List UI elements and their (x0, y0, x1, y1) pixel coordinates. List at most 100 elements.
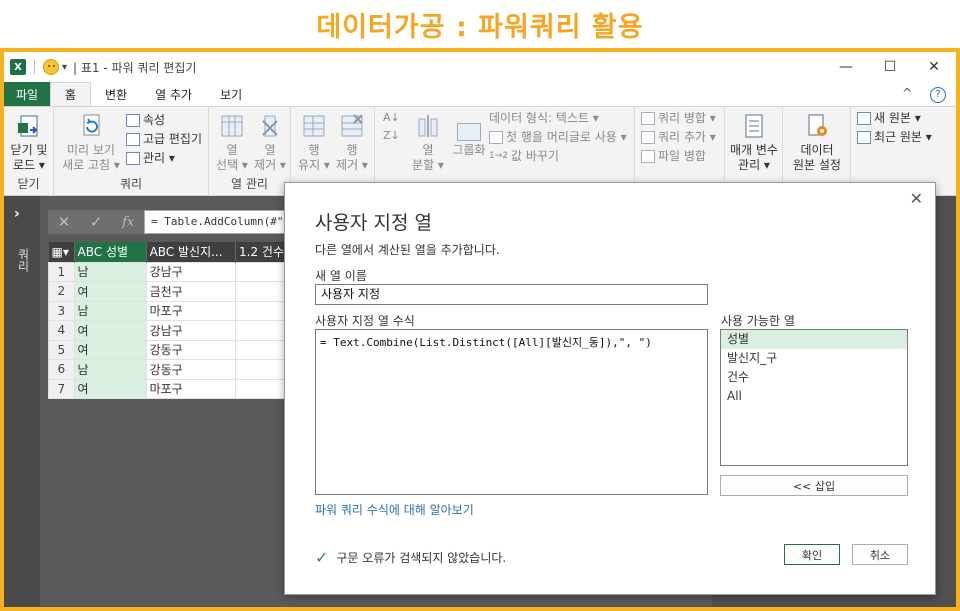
tab-view[interactable]: 보기 (206, 82, 256, 106)
ribbon-right-controls: ^ ? (902, 86, 946, 103)
dialog-close-icon[interactable]: ✕ (910, 189, 923, 208)
new-source-label: 새 원본 ▾ (874, 111, 921, 125)
cell-count[interactable] (235, 261, 288, 282)
cell-gender[interactable]: 남 (73, 300, 147, 321)
replace-values-button[interactable]: 1→2 값 바꾸기 (489, 147, 559, 165)
append-queries-button[interactable]: 쿼리 추가 ▾ (641, 128, 716, 146)
tab-add-column[interactable]: 열 추가 (141, 82, 206, 106)
close-load-label-1: 닫기 및 (10, 143, 48, 157)
properties-button[interactable]: 속성 (126, 111, 165, 129)
cell-district[interactable]: 강동구 (145, 339, 237, 360)
commit-formula-icon[interactable]: ✓ (90, 213, 103, 231)
advanced-editor-button[interactable]: 고급 편집기 (126, 130, 202, 148)
combine-files-icon (641, 149, 655, 163)
recent-sources-button[interactable]: 최근 원본 ▾ (857, 128, 932, 146)
maximize-button[interactable]: ☐ (868, 52, 912, 82)
cell-district[interactable]: 강남구 (145, 261, 237, 282)
column-item-gender[interactable]: 성별 (721, 330, 907, 349)
cell-gender[interactable]: 여 (73, 320, 147, 341)
cell-gender[interactable]: 여 (73, 281, 147, 302)
table-row[interactable]: 4 여 강남구 (48, 320, 288, 341)
cell-district[interactable]: 강동구 (145, 359, 237, 380)
choose-columns-button[interactable]: 열 선택 ▾ (213, 113, 251, 173)
remove-columns-label-1: 열 (264, 143, 276, 157)
cell-count[interactable] (235, 281, 288, 302)
table-menu-header[interactable]: ▦▾ (48, 242, 75, 262)
remove-columns-button[interactable]: 열 제거 ▾ (251, 113, 289, 173)
help-icon[interactable]: ? (930, 87, 946, 103)
qat-dropdown-icon[interactable]: ▾ (62, 62, 67, 73)
manage-parameters-button[interactable]: 매개 변수 관리 ▾ (727, 113, 781, 173)
close-and-load-button[interactable]: 닫기 및 로드 ▾ (8, 113, 50, 173)
advanced-editor-icon (126, 132, 140, 146)
close-button[interactable]: ✕ (912, 52, 956, 82)
cell-count[interactable] (235, 320, 288, 341)
cancel-formula-icon[interactable]: ✕ (58, 213, 71, 231)
formula-text[interactable]: = Table.AddColumn(#" (144, 210, 288, 234)
remove-rows-button[interactable]: 행 제거 ▾ (333, 113, 371, 173)
cell-count[interactable] (235, 300, 288, 321)
manage-parameters-label-1: 매개 변수 (730, 143, 778, 157)
sort-icons[interactable]: A↓ Z↓ (383, 109, 400, 145)
column-header-gender[interactable]: ABC 성별 (74, 242, 147, 262)
table-row[interactable]: 7 여 마포구 (48, 378, 288, 399)
tab-home[interactable]: 홈 (50, 82, 92, 106)
cell-count[interactable] (235, 378, 288, 399)
close-group: 닫기 및 로드 ▾ 닫기 (4, 107, 54, 195)
row-number: 4 (48, 320, 75, 341)
refresh-preview-button[interactable]: 미리 보기 새로 고침 ▾ (60, 113, 122, 173)
column-header-count[interactable]: 1.2 건수 (235, 242, 288, 262)
merge-queries-button[interactable]: 쿼리 병합 ▾ (641, 109, 716, 127)
group-by-icon (457, 123, 481, 141)
column-item-count[interactable]: 건수 (721, 368, 907, 387)
cell-district[interactable]: 강남구 (145, 320, 237, 341)
cell-gender[interactable]: 남 (73, 261, 147, 282)
cell-count[interactable] (235, 359, 288, 380)
column-item-all[interactable]: All (721, 387, 907, 406)
cell-district[interactable]: 마포구 (145, 378, 237, 399)
available-columns-label: 사용 가능한 열 (721, 314, 795, 328)
refresh-icon (78, 113, 104, 139)
data-source-settings-button[interactable]: 데이터 원본 설정 (787, 113, 847, 173)
cell-gender[interactable]: 남 (73, 359, 147, 380)
feedback-smiley-icon[interactable] (43, 59, 59, 75)
data-type-button[interactable]: 데이터 형식: 텍스트 ▾ (489, 109, 599, 127)
use-first-row-header-button[interactable]: 첫 행을 머리글로 사용 ▾ (489, 128, 627, 146)
split-column-label-1: 열 (422, 143, 434, 157)
new-column-name-input[interactable]: 사용자 지정 (315, 284, 708, 305)
query-group-label: 쿼리 (119, 177, 143, 191)
column-header-district[interactable]: ABC 발신지... (146, 242, 237, 262)
combine-files-button[interactable]: 파일 병합 (641, 147, 706, 165)
ok-button[interactable]: 확인 (784, 544, 840, 565)
table-row[interactable]: 3 남 마포구 (48, 300, 288, 321)
minimize-button[interactable]: — (824, 52, 868, 82)
manage-button[interactable]: 관리 ▾ (126, 149, 175, 167)
group-by-button[interactable]: 그룹화 (449, 123, 489, 158)
cell-gender[interactable]: 여 (73, 378, 147, 399)
column-item-district[interactable]: 발신지_구 (721, 349, 907, 368)
tab-file[interactable]: 파일 (4, 82, 50, 106)
new-source-button[interactable]: 새 원본 ▾ (857, 109, 921, 127)
row-number: 7 (48, 378, 75, 399)
tab-transform[interactable]: 변환 (91, 82, 141, 106)
fx-icon[interactable]: fx (122, 215, 134, 230)
cell-count[interactable] (235, 339, 288, 360)
cell-district[interactable]: 금천구 (145, 281, 237, 302)
new-source-icon (857, 111, 871, 125)
expand-queries-icon[interactable]: › (14, 206, 20, 222)
syntax-status: ✓ 구문 오류가 검색되지 않았습니다. (315, 548, 506, 567)
close-load-label-2: 로드 ▾ (13, 158, 45, 172)
split-column-button[interactable]: 열 분할 ▾ (407, 113, 449, 173)
table-row[interactable]: 5 여 강동구 (48, 339, 288, 360)
cell-district[interactable]: 마포구 (145, 300, 237, 321)
table-row[interactable]: 1 남 강남구 (48, 261, 288, 282)
table-row[interactable]: 6 남 강동구 (48, 359, 288, 380)
keep-rows-button[interactable]: 행 유지 ▾ (295, 113, 333, 173)
cell-gender[interactable]: 여 (73, 339, 147, 360)
custom-column-formula-editor[interactable]: = Text.Combine(List.Distinct([All][발신지_동… (315, 329, 708, 495)
cancel-button[interactable]: 취소 (852, 544, 908, 565)
insert-button[interactable]: << 삽입 (720, 475, 908, 496)
collapse-ribbon-icon[interactable]: ^ (902, 86, 912, 100)
learn-formulas-link[interactable]: 파워 쿼리 수식에 대해 알아보기 (315, 501, 474, 518)
table-row[interactable]: 2 여 금천구 (48, 281, 288, 302)
